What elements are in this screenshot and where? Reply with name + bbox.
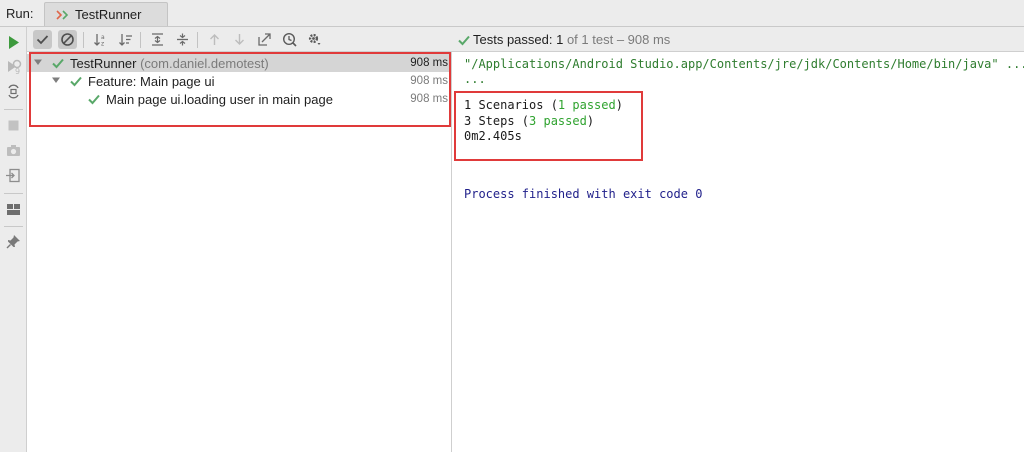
sort-by-duration-button[interactable] <box>116 30 135 49</box>
stop-icon[interactable] <box>5 117 22 134</box>
separator <box>140 32 141 48</box>
expand-all-button[interactable] <box>148 30 167 49</box>
console-ellipsis[interactable]: ... <box>464 72 486 86</box>
toggle-auto-test-icon[interactable] <box>5 83 22 100</box>
separator <box>4 193 23 194</box>
separator <box>4 226 23 227</box>
collapse-all-button[interactable] <box>173 30 192 49</box>
sort-alphabetically-button[interactable]: a z <box>91 30 110 49</box>
svg-text:z: z <box>101 41 104 48</box>
show-passed-button[interactable] <box>33 30 52 49</box>
tab-title: TestRunner <box>75 7 142 22</box>
rerun-failed-icon[interactable]: 9 <box>5 58 22 75</box>
settings-button[interactable] <box>305 30 324 49</box>
separator <box>83 32 84 48</box>
arrow-up-icon <box>210 34 219 45</box>
export-results-button[interactable] <box>255 30 274 49</box>
run-tool-window-header: Run: TestRunner <box>0 0 1024 27</box>
export-icon <box>258 33 271 46</box>
layout-icon[interactable] <box>5 201 22 218</box>
arrow-down-icon <box>235 34 244 45</box>
svg-text:9: 9 <box>15 67 20 75</box>
console-command-line: "/Applications/Android Studio.app/Conten… <box>464 57 1024 71</box>
previous-failed-button[interactable] <box>205 30 224 49</box>
sort-alpha-icon: a z <box>94 34 105 48</box>
ignored-icon <box>61 33 74 46</box>
pin-icon[interactable] <box>5 233 22 250</box>
status-rest: of 1 test – 908 ms <box>563 32 671 47</box>
highlight-box-tree <box>29 52 451 127</box>
tab-test-runner[interactable]: TestRunner <box>44 2 168 26</box>
test-config-icon <box>56 10 69 20</box>
expand-all-icon <box>152 33 163 46</box>
show-ignored-button[interactable] <box>58 30 77 49</box>
separator <box>4 109 23 110</box>
import-tests-icon[interactable] <box>5 167 22 184</box>
tests-passed-summary: Tests passed: 1 of 1 test – 908 ms <box>473 32 670 47</box>
test-toolbar: a z <box>27 27 452 52</box>
check-icon <box>458 35 470 46</box>
gear-icon <box>308 33 321 45</box>
console-exit-line: Process finished with exit code 0 <box>464 187 703 201</box>
separator <box>197 32 198 48</box>
next-failed-button[interactable] <box>230 30 249 49</box>
test-status-bar: Tests passed: 1 of 1 test – 908 ms <box>452 27 1024 52</box>
test-history-button[interactable] <box>280 30 299 49</box>
highlight-box-console <box>454 91 643 161</box>
check-icon <box>36 35 49 45</box>
sort-duration-icon <box>119 34 132 46</box>
camera-icon[interactable] <box>5 142 22 159</box>
rerun-icon[interactable] <box>5 34 22 51</box>
left-toolbar: 9 <box>0 27 27 452</box>
status-prefix: Tests passed: <box>473 32 557 47</box>
history-clock-icon <box>282 32 297 47</box>
collapse-all-icon <box>177 33 188 46</box>
run-label: Run: <box>6 6 34 21</box>
